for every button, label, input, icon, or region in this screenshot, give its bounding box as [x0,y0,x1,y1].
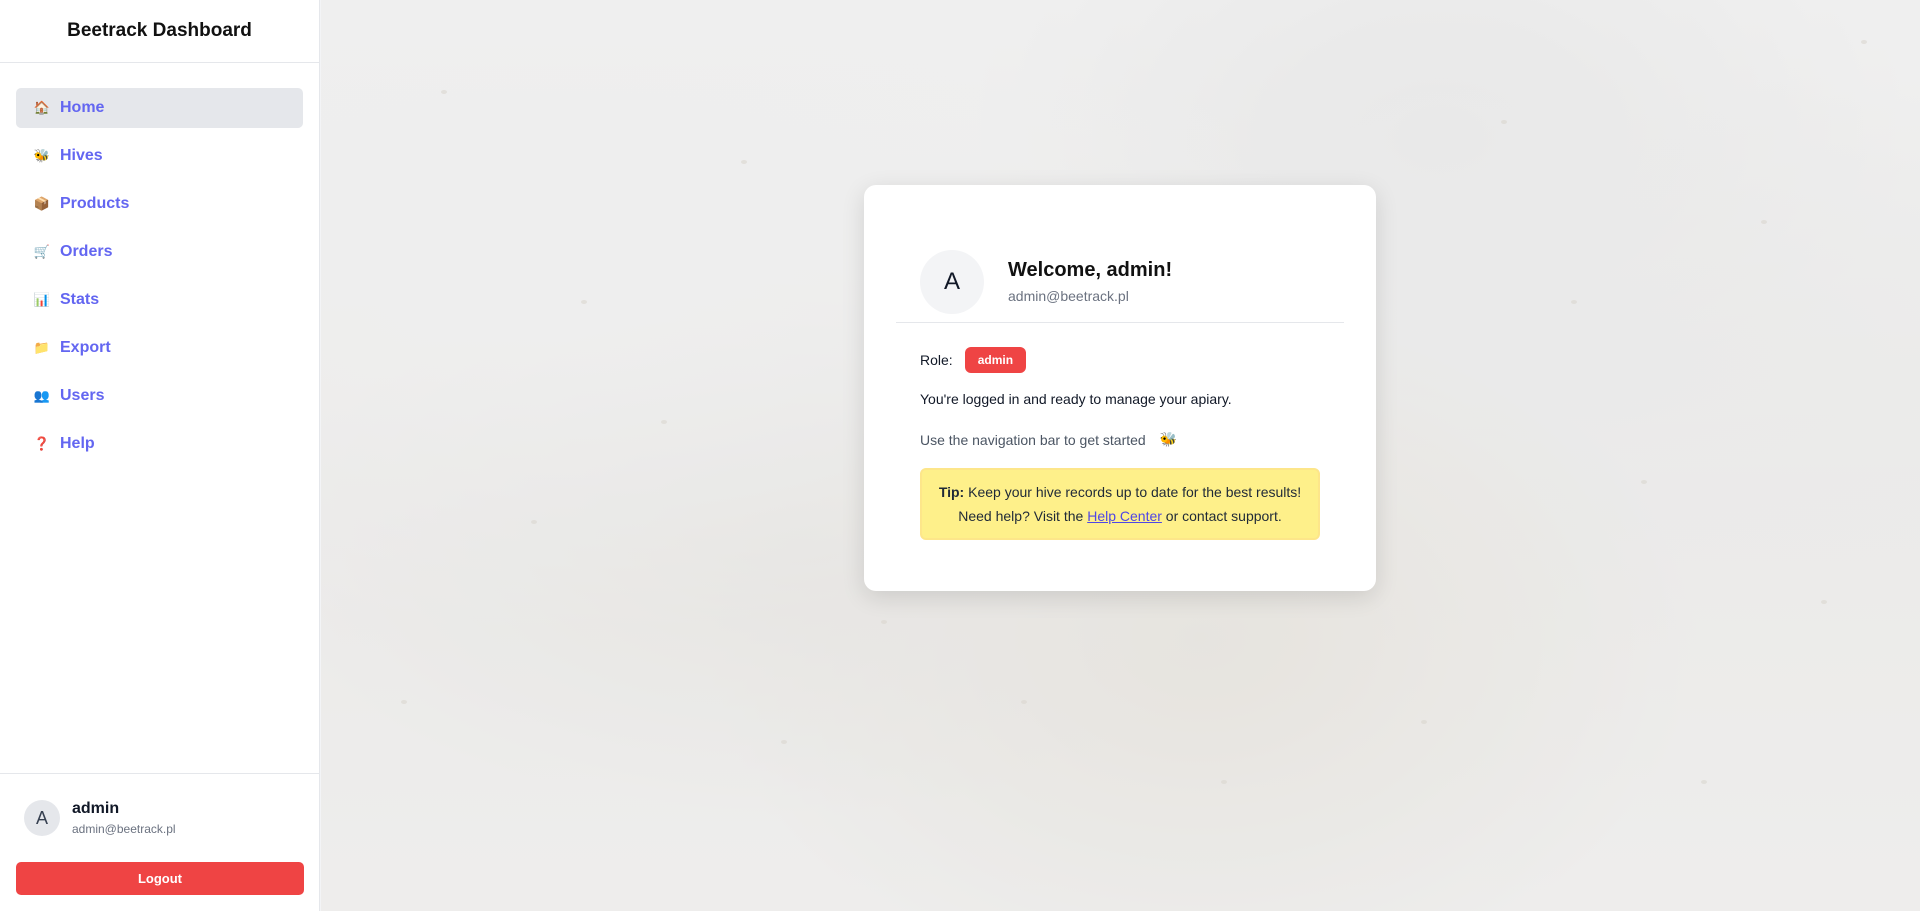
user-email: admin@beetrack.pl [72,822,176,836]
role-label: Role: [920,352,953,368]
home-icon: 🏠 [33,100,51,115]
sidebar-item-label: Stats [60,291,100,308]
sidebar-nav: 🏠 Home 🐝 Hives 📦 Products 🛒 Orders 📊 Sta… [0,63,319,773]
tip-text: Keep your hive records up to date for th… [968,484,1302,500]
welcome-title: Welcome, admin! [1008,259,1173,281]
tip-label: Tip: [938,484,965,500]
sidebar-item-help[interactable]: ❓ Help [16,424,303,464]
logout-button[interactable]: Logout [16,862,304,895]
sidebar-footer: A admin admin@beetrack.pl Logout [0,773,319,911]
ready-text: You're logged in and ready to manage you… [920,391,1232,407]
package-icon: 📦 [33,196,51,211]
welcome-text: Welcome, admin! admin@beetrack.pl [1008,259,1172,304]
tip-line-1: Tip: Keep your hive records up to date f… [934,480,1306,504]
sidebar-item-label: Help [60,435,95,452]
welcome-card: A Welcome, admin! admin@beetrack.pl Role… [864,185,1376,591]
avatar: A [920,249,984,314]
folder-icon: 📁 [33,340,51,355]
sidebar-header: Beetrack Dashboard [0,0,319,63]
sidebar-item-hives[interactable]: 🐝 Hives [16,136,303,176]
sidebar-item-products[interactable]: 📦 Products [16,184,303,224]
hint-text: Use the navigation bar to get started [920,431,1146,448]
cart-icon: 🛒 [33,244,51,259]
sidebar: Beetrack Dashboard 🏠 Home 🐝 Hives 📦 Prod… [0,0,320,911]
sidebar-item-stats[interactable]: 📊 Stats [16,280,303,320]
tip-help-suffix: or contact support. [1165,508,1282,524]
sidebar-item-label: Home [60,99,105,116]
sidebar-item-users[interactable]: 👥 Users [16,376,303,416]
sidebar-item-label: Export [60,339,111,356]
sidebar-item-label: Orders [60,243,113,260]
sidebar-item-export[interactable]: 📁 Export [16,328,303,368]
bee-icon: 🐝 [33,148,51,163]
app-title: Beetrack Dashboard [67,20,252,41]
user-details: admin admin@beetrack.pl [72,800,176,836]
chart-icon: 📊 [33,292,51,307]
sidebar-item-orders[interactable]: 🛒 Orders [16,232,303,272]
question-icon: ❓ [33,436,51,451]
tip-help-prefix: Need help? Visit the [958,508,1084,524]
tip-box: Tip: Keep your hive records up to date f… [920,468,1320,540]
user-info: A admin admin@beetrack.pl [16,774,303,862]
welcome-header: A Welcome, admin! admin@beetrack.pl [864,185,1376,322]
sidebar-item-label: Hives [60,147,103,164]
role-badge: admin [964,347,1027,373]
user-name: admin [72,800,120,817]
sidebar-item-label: Users [60,387,105,404]
tip-line-2: Need help? Visit the Help Center or cont… [934,504,1306,528]
bee-icon: 🐝 [1159,431,1178,447]
role-row: Role: admin [864,323,1376,373]
avatar: A [24,800,60,836]
hint-row: Use the navigation bar to get started 🐝 [864,407,1376,448]
user-email: admin@beetrack.pl [1008,288,1129,304]
help-center-link[interactable]: Help Center [1087,508,1162,524]
sidebar-item-home[interactable]: 🏠 Home [16,88,303,128]
sidebar-item-label: Products [60,195,130,212]
users-icon: 👥 [33,388,51,403]
